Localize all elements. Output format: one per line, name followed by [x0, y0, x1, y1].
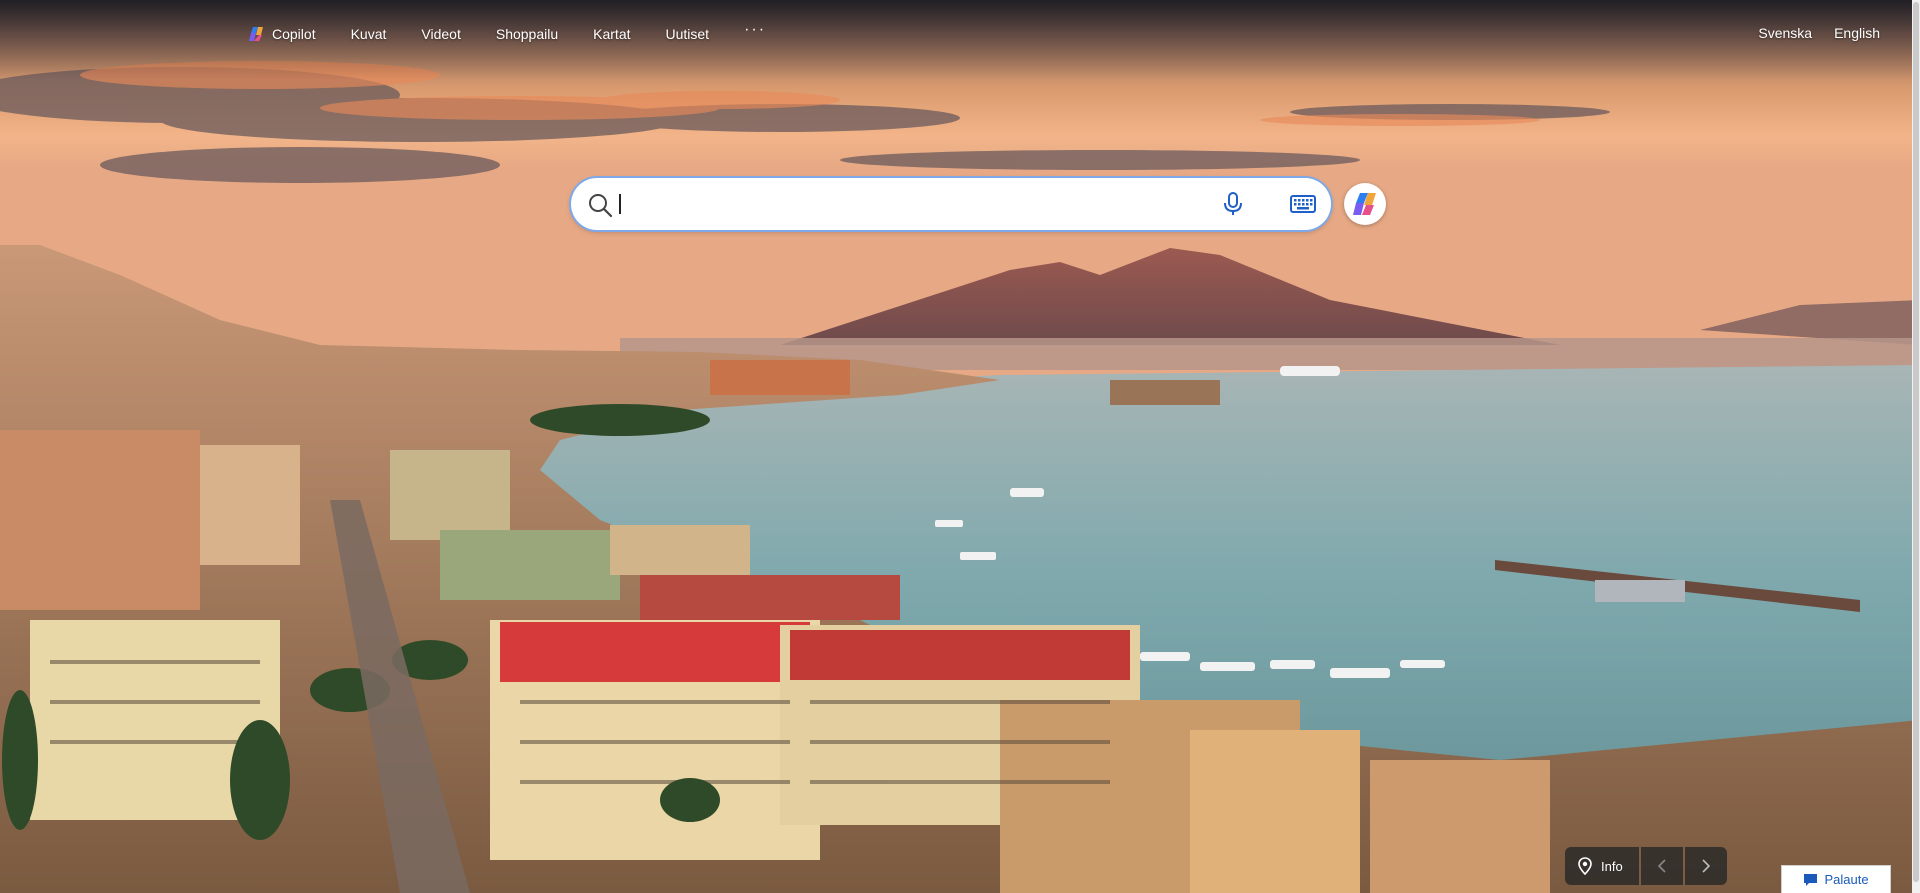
keyboard-icon[interactable] [1289, 191, 1317, 217]
location-pin-icon [1578, 857, 1592, 875]
text-cursor [619, 194, 621, 214]
chevron-left-icon [1657, 859, 1666, 873]
nav-images[interactable]: Kuvat [351, 26, 387, 42]
image-info-label: Info [1601, 858, 1623, 874]
scrollbar-thumb[interactable] [1913, 2, 1919, 882]
nav-videos[interactable]: Videot [421, 26, 460, 42]
language-english-link[interactable]: English [1834, 25, 1880, 41]
copilot-button[interactable] [1344, 183, 1386, 225]
nav-copilot[interactable]: Copilot [248, 26, 316, 42]
nav-maps[interactable]: Kartat [593, 26, 630, 42]
bing-homepage: Copilot Kuvat Videot Shoppailu Kartat Uu… [0, 0, 1920, 893]
image-info-button[interactable]: Info [1565, 847, 1639, 885]
nav-news[interactable]: Uutiset [666, 26, 710, 42]
top-navigation: Copilot Kuvat Videot Shoppailu Kartat Uu… [248, 22, 766, 46]
feedback-label: Palaute [1824, 872, 1869, 887]
microphone-icon[interactable] [1219, 190, 1247, 218]
language-links: Svenska English [1758, 25, 1880, 41]
search-icon[interactable] [587, 192, 613, 218]
page-scrollbar[interactable] [1912, 0, 1920, 893]
copilot-icon [249, 27, 263, 41]
chat-bubble-icon [1804, 873, 1818, 886]
next-image-button[interactable] [1684, 847, 1727, 885]
image-info-controls: Info [1565, 847, 1727, 885]
previous-image-button[interactable] [1640, 847, 1683, 885]
language-swedish-link[interactable]: Svenska [1758, 25, 1812, 41]
more-menu-icon[interactable]: ··· [744, 22, 766, 38]
nav-copilot-label: Copilot [272, 26, 316, 42]
background-image [0, 0, 1920, 893]
feedback-button[interactable]: Palaute [1781, 865, 1891, 893]
chevron-right-icon [1702, 859, 1710, 873]
search-input[interactable] [619, 190, 1263, 220]
nav-shopping[interactable]: Shoppailu [496, 26, 558, 42]
search-box [571, 178, 1331, 230]
copilot-icon [1353, 193, 1376, 215]
